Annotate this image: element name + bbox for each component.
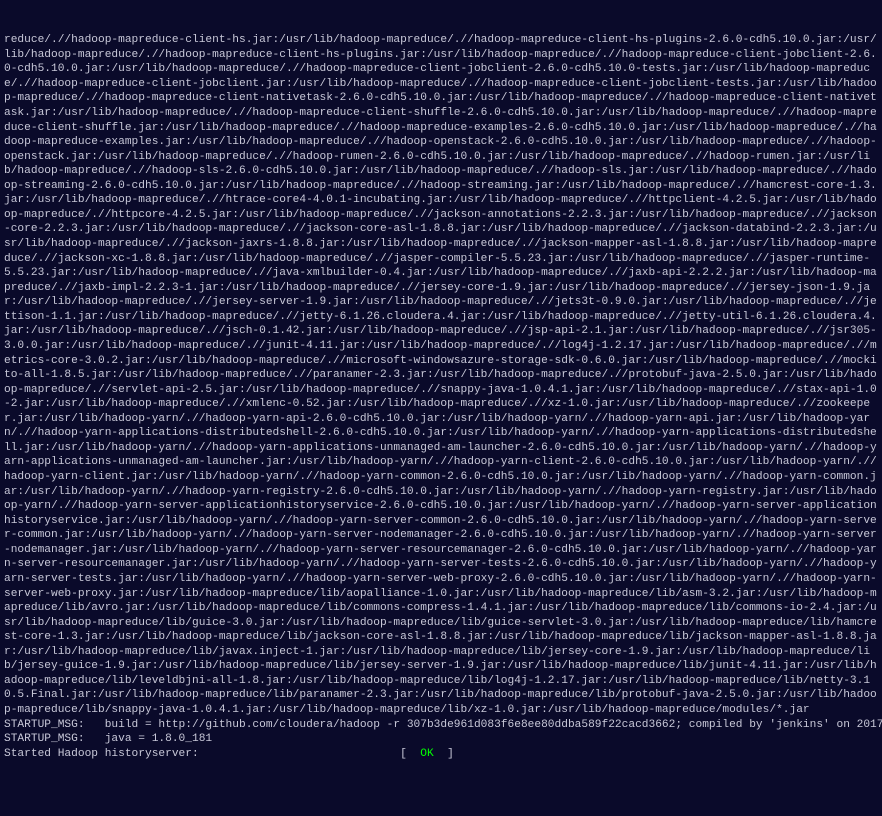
status-bracket-right: ]	[434, 748, 454, 760]
status-ok-text: OK	[420, 748, 433, 760]
classpath-dump: reduce/.//hadoop-mapreduce-client-hs.jar…	[4, 33, 878, 717]
started-label: Started Hadoop historyserver:	[4, 748, 199, 760]
startup-build-line: STARTUP_MSG: build = http://github.com/c…	[4, 718, 878, 733]
started-historyserver-line: Started Hadoop historyserver: [ OK ]	[4, 747, 878, 762]
startup-java-line: STARTUP_MSG: java = 1.8.0_181	[4, 732, 878, 747]
status-bracket-left: [	[400, 748, 420, 760]
